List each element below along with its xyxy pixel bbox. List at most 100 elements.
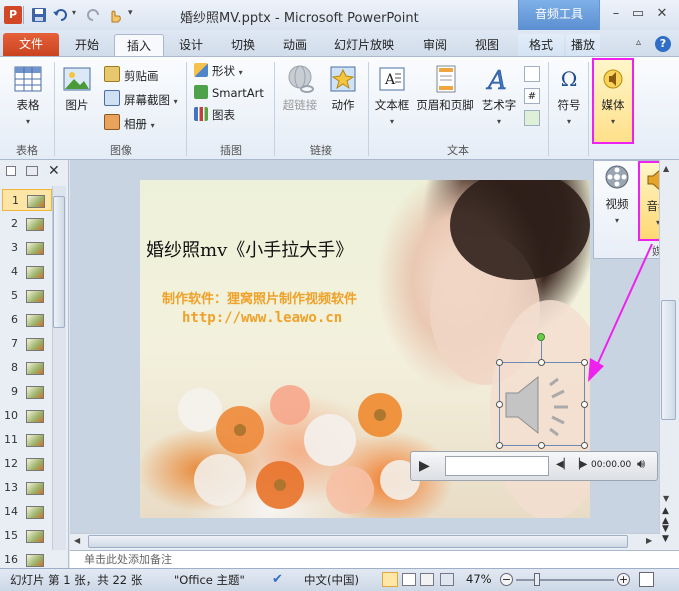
resize-handle[interactable] [538, 359, 545, 366]
outline-tab-icon[interactable] [26, 166, 38, 176]
screenshot-button[interactable]: 屏幕截图 ▾ [104, 90, 178, 108]
scroll-up-icon[interactable]: ▲ [663, 164, 669, 173]
action-button[interactable]: 动作 [324, 64, 362, 113]
resize-handle[interactable] [538, 442, 545, 449]
album-button[interactable]: 相册 ▾ [104, 114, 155, 132]
redo-icon[interactable] [84, 6, 102, 24]
reading-view-icon[interactable] [420, 573, 434, 586]
slide-thumbnail[interactable]: 5 [2, 285, 52, 307]
header-footer-button[interactable]: 页眉和页脚 [414, 64, 476, 113]
audio-object[interactable] [499, 362, 585, 446]
scroll-down-icon[interactable]: ▼ [663, 494, 669, 503]
normal-view-icon[interactable] [382, 572, 398, 587]
tab-insert[interactable]: 插入 [114, 34, 164, 56]
spell-check-icon[interactable]: ✔ [272, 572, 283, 587]
slide-thumbnail[interactable]: 4 [2, 261, 52, 283]
customize-quick-access-icon[interactable]: ▾ [128, 8, 133, 18]
date-time-icon[interactable] [524, 66, 540, 82]
resize-handle[interactable] [581, 442, 588, 449]
thumbnail-scroll-thumb[interactable] [53, 196, 65, 328]
slide-thumbnail[interactable]: 8 [2, 357, 52, 379]
powerpoint-logo-icon[interactable]: P [4, 6, 22, 24]
collapse-ribbon-icon[interactable]: ▵ [636, 37, 641, 48]
slide-thumbnail[interactable]: 6 [2, 309, 52, 331]
media-button[interactable]: 媒体 ▾ [592, 58, 634, 144]
tab-playback[interactable]: 播放 [566, 34, 600, 56]
slide-url[interactable]: http://www.leawo.cn [182, 310, 342, 326]
help-icon[interactable]: ? [655, 36, 671, 52]
scroll-right-icon[interactable]: ▶ [646, 536, 652, 545]
slide-thumbnail[interactable]: 7 [2, 333, 52, 355]
close-panel-icon[interactable]: ✕ [48, 163, 60, 179]
resize-handle[interactable] [581, 401, 588, 408]
picture-button[interactable]: 图片 [58, 64, 96, 113]
slide-thumbnail[interactable]: 1 [2, 189, 52, 211]
object-icon[interactable] [524, 110, 540, 126]
tab-slideshow[interactable]: 幻灯片放映 [326, 34, 402, 56]
slide-thumbnail[interactable]: 15 [2, 525, 52, 547]
next-slide-icon[interactable]: ▼ ▼ [662, 524, 669, 544]
slide-thumbnail[interactable]: 14 [2, 501, 52, 523]
minimize-icon[interactable]: – [607, 5, 625, 23]
tab-animations[interactable]: 动画 [272, 34, 318, 56]
resize-handle[interactable] [496, 401, 503, 408]
horizontal-scroll-thumb[interactable] [88, 535, 628, 548]
fit-to-window-icon[interactable] [639, 572, 654, 587]
slide-title[interactable]: 婚纱照mv《小手拉大手》 [146, 236, 406, 262]
slide-thumbnail[interactable]: 16 [2, 549, 52, 568]
play-icon[interactable]: ▶ [419, 458, 430, 474]
slides-tab-icon[interactable] [6, 166, 16, 176]
resize-handle[interactable] [496, 359, 503, 366]
audio-progress-bar[interactable] [445, 456, 549, 476]
slide-sorter-icon[interactable] [402, 573, 416, 586]
zoom-level[interactable]: 47% [466, 572, 492, 586]
scroll-left-icon[interactable]: ◀ [74, 536, 80, 545]
close-icon[interactable]: ✕ [653, 5, 671, 23]
clipart-button[interactable]: 剪贴画 [104, 66, 159, 84]
zoom-slider-thumb[interactable] [534, 573, 540, 586]
undo-icon[interactable] [52, 6, 70, 24]
tab-transitions[interactable]: 切换 [220, 34, 266, 56]
textbox-button[interactable]: A 文本框 ▾ [372, 64, 412, 127]
previous-slide-icon[interactable]: ▲ ▲ [662, 506, 669, 526]
slideshow-view-icon[interactable] [440, 573, 454, 586]
undo-dropdown-icon[interactable]: ▾ [72, 8, 76, 17]
tab-format[interactable]: 格式 [518, 34, 564, 56]
zoom-in-icon[interactable]: + [617, 573, 630, 586]
zoom-slider[interactable] [516, 579, 614, 581]
tab-review[interactable]: 审阅 [412, 34, 458, 56]
symbol-button[interactable]: Ω 符号 ▾ [552, 64, 586, 127]
touch-mode-icon[interactable] [106, 6, 124, 24]
slide-thumbnail[interactable]: 11 [2, 429, 52, 451]
wordart-button[interactable]: A 艺术字 ▾ [478, 64, 520, 127]
zoom-out-icon[interactable]: − [500, 573, 513, 586]
slide-thumbnail[interactable]: 10 [2, 405, 52, 427]
slide-thumbnail[interactable]: 13 [2, 477, 52, 499]
table-button[interactable]: 表格 ▾ [6, 64, 50, 127]
slide-thumbnail[interactable]: 12 [2, 453, 52, 475]
save-icon[interactable] [30, 6, 48, 24]
seek-forward-icon[interactable]: ▕▶ [572, 459, 587, 470]
tab-design[interactable]: 设计 [168, 34, 214, 56]
seek-back-icon[interactable]: ◀▏ [556, 459, 571, 470]
slide-number-icon[interactable]: # [524, 88, 540, 104]
rotation-handle[interactable] [537, 333, 545, 341]
chart-button[interactable]: 图表 [194, 106, 235, 124]
language[interactable]: 中文(中国) [304, 572, 359, 588]
slide-subtitle[interactable]: 制作软件：狸窝照片制作视频软件 [162, 288, 357, 307]
vertical-scroll-thumb[interactable] [661, 300, 676, 420]
shapes-button[interactable]: 形状 ▾ [194, 62, 243, 80]
tab-home[interactable]: 开始 [64, 34, 110, 56]
notes-pane[interactable]: 单击此处添加备注 [70, 550, 679, 568]
slide-thumbnail[interactable]: 3 [2, 237, 52, 259]
slide-thumbnail[interactable]: 2 [2, 213, 52, 235]
smartart-button[interactable]: SmartArt [194, 84, 264, 102]
volume-icon[interactable]: 🔊︎ [637, 457, 645, 472]
slide-thumbnail[interactable]: 9 [2, 381, 52, 403]
resize-handle[interactable] [496, 442, 503, 449]
tab-view[interactable]: 视图 [464, 34, 510, 56]
theme-name[interactable]: "Office 主题" [174, 572, 245, 588]
restore-icon[interactable]: ▭ [629, 5, 647, 23]
hyperlink-button[interactable]: 超链接 [278, 64, 322, 113]
tab-file[interactable]: 文件 [3, 33, 59, 56]
